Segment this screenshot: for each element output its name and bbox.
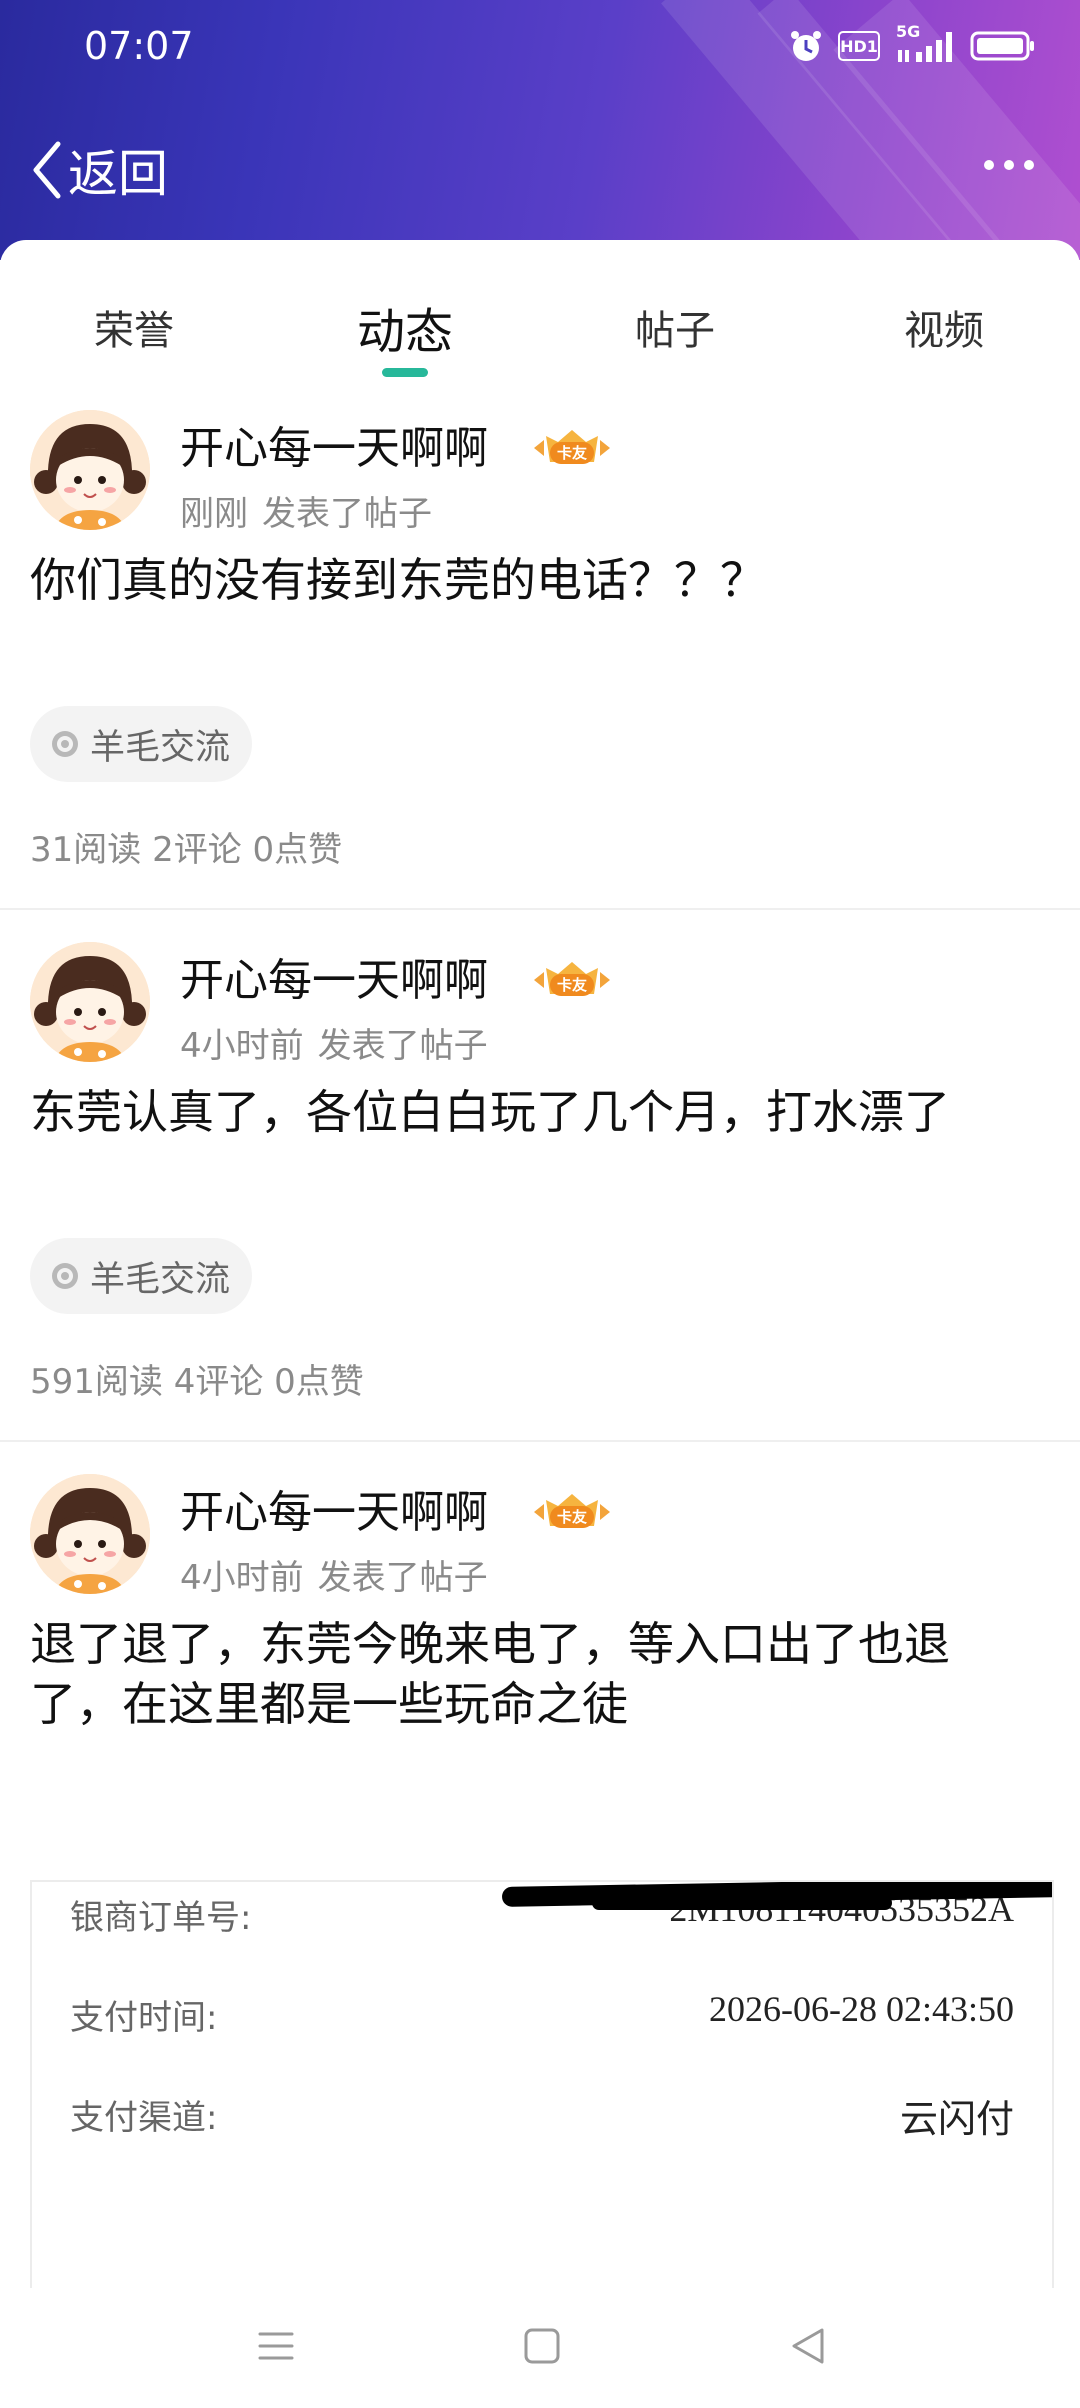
menu-icon[interactable] bbox=[256, 2326, 296, 2366]
tab-honor[interactable]: 荣誉 bbox=[94, 298, 174, 356]
system-navigation-bar bbox=[0, 2288, 1080, 2408]
more-options-button[interactable] bbox=[984, 160, 1034, 170]
pay-time-value: 2026-06-28 02:43:50 bbox=[709, 1989, 1014, 2029]
redaction-mark bbox=[592, 1896, 892, 1910]
post-divider bbox=[0, 908, 1080, 910]
status-time: 07:07 bbox=[84, 24, 194, 68]
post-meta: 刚刚 发表了帖子 bbox=[180, 486, 432, 535]
author-name[interactable]: 开心每一天啊啊 bbox=[180, 944, 488, 1008]
pay-channel-label: 支付渠道: bbox=[70, 2098, 218, 2138]
tab-posts[interactable]: 帖子 bbox=[635, 298, 715, 356]
badge-label: 卡友 bbox=[556, 1508, 587, 1526]
home-icon[interactable] bbox=[522, 2326, 562, 2366]
receipt-row-channel: 支付渠道: 云闪付 bbox=[32, 2082, 1052, 2142]
receipt-row-pay-time: 支付时间: 2026-06-28 02:43:50 bbox=[32, 1982, 1052, 2042]
post-text: 你们真的没有接到东莞的电话？？？ bbox=[30, 553, 766, 607]
card-friend-badge: 卡友 bbox=[532, 958, 612, 1002]
status-icons: HD1 5G bbox=[788, 22, 1036, 64]
more-dot-icon bbox=[1004, 160, 1014, 170]
topic-chip[interactable]: 羊毛交流 bbox=[30, 706, 253, 782]
card-friend-badge: 卡友 bbox=[532, 1490, 612, 1534]
avatar[interactable] bbox=[30, 1474, 150, 1594]
topic-icon bbox=[52, 731, 78, 757]
alarm-icon bbox=[791, 31, 821, 61]
post-meta: 4小时前 发表了帖子 bbox=[180, 1550, 488, 1599]
back-button[interactable]: 返回 bbox=[30, 134, 168, 206]
nav-bar: 返回 bbox=[0, 120, 1080, 220]
tab-activity[interactable]: 动态 bbox=[357, 292, 453, 362]
post-text: 东莞认真了，各位白白玩了几个月，打水漂了 bbox=[30, 1085, 950, 1139]
feed-post[interactable]: 开心每一天啊啊 卡友 刚刚 发表了帖子 你们真的没有接到东莞的电话？？？ 羊毛交流… bbox=[0, 410, 1080, 980]
feed-post[interactable]: 开心每一天啊啊 卡友 4小时前 发表了帖子 东莞认真了，各位白白玩了几个月，打水漂… bbox=[0, 942, 1080, 1512]
post-text: 退了退了，东莞今晚来电了，等入口出了也退了，在这里都是一些玩命之徒 bbox=[30, 1617, 950, 1731]
active-tab-indicator bbox=[382, 368, 428, 377]
tab-bar: 荣誉 动态 帖子 视频 bbox=[0, 240, 1080, 390]
author-name[interactable]: 开心每一天啊啊 bbox=[180, 412, 488, 476]
hd-label: HD1 bbox=[840, 36, 878, 56]
battery-icon bbox=[970, 31, 1034, 61]
receipt-row-order: 银商订单号: 2M108114040535352A bbox=[32, 1882, 1052, 1942]
more-dot-icon bbox=[1024, 160, 1034, 170]
post-time: 刚刚 bbox=[180, 494, 248, 534]
pay-channel-value: 云闪付 bbox=[899, 2097, 1014, 2141]
status-bar: 07:07 HD1 5G bbox=[0, 0, 1080, 95]
post-stats: 591阅读 4评论 0点赞 bbox=[30, 1362, 364, 1402]
post-stats: 31阅读 2评论 0点赞 bbox=[30, 830, 343, 870]
order-number-label: 银商订单号: bbox=[70, 1898, 252, 1938]
back-label: 返回 bbox=[68, 145, 168, 203]
hd-icon: HD1 bbox=[838, 31, 880, 61]
chevron-left-icon bbox=[33, 141, 61, 199]
pay-time-label: 支付时间: bbox=[70, 1998, 218, 2038]
post-meta: 4小时前 发表了帖子 bbox=[180, 1018, 488, 1067]
feed-post[interactable]: 开心每一天啊啊 卡友 4小时前 发表了帖子 退了退了，东莞今晚来电了，等入口出了也… bbox=[0, 1474, 1080, 1874]
app-header: 07:07 HD1 5G 返回 bbox=[0, 0, 1080, 260]
topic-chip[interactable]: 羊毛交流 bbox=[30, 1238, 253, 1314]
author-name[interactable]: 开心每一天啊啊 bbox=[180, 1476, 488, 1540]
post-action: 发表了帖子 bbox=[317, 1026, 488, 1066]
post-action: 发表了帖子 bbox=[262, 494, 432, 534]
more-dot-icon bbox=[984, 160, 994, 170]
signal-icon: 5G bbox=[894, 22, 956, 64]
topic-label: 羊毛交流 bbox=[90, 1259, 231, 1300]
topic-icon bbox=[52, 1263, 78, 1289]
avatar[interactable] bbox=[30, 410, 150, 530]
back-triangle-icon[interactable] bbox=[788, 2326, 828, 2366]
post-action: 发表了帖子 bbox=[317, 1558, 488, 1598]
post-image-receipt[interactable]: 银商订单号: 2M108114040535352A 支付时间: 2026-06-… bbox=[30, 1880, 1054, 2288]
topic-label: 羊毛交流 bbox=[90, 727, 231, 768]
card-friend-badge: 卡友 bbox=[532, 426, 612, 470]
badge-label: 卡友 bbox=[556, 976, 587, 994]
post-time: 4小时前 bbox=[180, 1558, 304, 1598]
post-divider bbox=[0, 1440, 1080, 1442]
profile-content: 荣誉 动态 帖子 视频 开心每一天啊啊 卡友 刚刚 发表了帖子 你们真的没有接到… bbox=[0, 240, 1080, 2288]
avatar[interactable] bbox=[30, 942, 150, 1062]
post-time: 4小时前 bbox=[180, 1026, 304, 1066]
badge-label: 卡友 bbox=[556, 444, 587, 462]
tab-videos[interactable]: 视频 bbox=[904, 298, 984, 356]
